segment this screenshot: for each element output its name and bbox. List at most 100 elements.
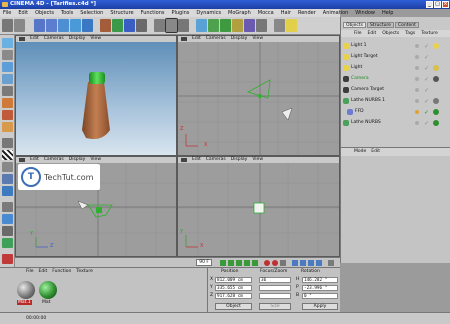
extra-field[interactable] <box>259 293 291 299</box>
maximize-button[interactable]: □ <box>434 1 441 8</box>
menu-edit[interactable]: Edit <box>18 9 28 17</box>
redo-icon[interactable] <box>14 19 25 32</box>
knife-icon[interactable] <box>2 226 13 236</box>
object-row[interactable]: Light Target ✓ <box>341 52 450 62</box>
mat-menu-function[interactable]: Function <box>52 269 71 274</box>
frame-end-field[interactable]: 90 F <box>196 259 212 266</box>
undo-icon[interactable] <box>2 19 13 32</box>
material-preview-mat1[interactable] <box>17 281 35 299</box>
rotation-b-field[interactable]: 0 ° <box>302 293 338 299</box>
scale-tool-icon[interactable] <box>70 19 81 32</box>
object-name[interactable]: FFD <box>355 107 364 117</box>
rotate-tool-icon[interactable] <box>82 19 93 32</box>
visibility-dot[interactable] <box>415 121 419 125</box>
apply-button[interactable]: Apply <box>302 303 338 310</box>
brush-icon[interactable] <box>2 214 13 224</box>
menu-mograph[interactable]: MoGraph <box>228 9 251 17</box>
mat-menu-edit[interactable]: Edit <box>39 269 48 274</box>
use-texture-tool-icon[interactable] <box>2 62 13 72</box>
visibility-dot[interactable] <box>415 77 419 81</box>
tab-content[interactable]: Content <box>394 22 419 28</box>
go-to-end-icon[interactable] <box>252 260 258 266</box>
viewport-right[interactable]: Edit Cameras Display View Y Z T TechTut.… <box>15 156 177 257</box>
autokey-icon[interactable] <box>272 260 278 266</box>
size-mode-select[interactable]: Size <box>259 303 291 310</box>
coordinate-mode-select[interactable]: Object <box>215 303 252 310</box>
material-tag-icon[interactable] <box>433 98 439 104</box>
move-tool-icon[interactable] <box>58 19 69 32</box>
viewport-view-icon[interactable] <box>19 37 25 41</box>
record-keyframe-icon[interactable] <box>264 260 270 266</box>
visibility-dot[interactable] <box>415 55 419 59</box>
enabled-check-icon[interactable]: ✓ <box>424 86 429 96</box>
snap-icon[interactable] <box>2 174 13 184</box>
menu-help[interactable]: Help <box>382 9 393 17</box>
camera-icon[interactable] <box>274 19 285 32</box>
menu-window[interactable]: Window <box>355 9 375 17</box>
object-name[interactable]: Light <box>351 63 362 73</box>
object-row[interactable]: Lathe NURBS 1 ✓ <box>341 96 450 106</box>
position-y-field[interactable]: 335.655 cm <box>215 285 252 291</box>
checker-texture-icon[interactable] <box>2 150 13 160</box>
object-name[interactable]: Lathe NURBS 1 <box>351 96 385 106</box>
viewport-view-icon[interactable] <box>19 158 25 162</box>
use-axis-tool-icon[interactable] <box>2 74 13 84</box>
enabled-check-icon[interactable]: ✓ <box>424 108 429 118</box>
menu-selection[interactable]: Selection <box>80 9 103 17</box>
next-frame-icon[interactable] <box>244 260 250 266</box>
timeline-bar[interactable]: 90 F <box>15 257 340 267</box>
zoom-field[interactable]: 36 <box>259 277 291 283</box>
material-preview-mat[interactable] <box>39 281 57 299</box>
perspective-canvas[interactable] <box>16 42 176 155</box>
enabled-check-icon[interactable]: ✓ <box>424 75 429 85</box>
select-arrow-icon[interactable] <box>34 19 45 32</box>
polygons-tool-icon[interactable] <box>2 110 13 120</box>
attr-menu-mode[interactable]: Mode <box>354 148 366 156</box>
material-label[interactable]: Mat <box>41 300 51 305</box>
visibility-dot[interactable] <box>415 99 419 103</box>
menu-hair[interactable]: Hair <box>281 9 291 17</box>
object-row[interactable]: FFD ✓ <box>341 107 450 117</box>
menu-tools[interactable]: Tools <box>61 9 73 17</box>
object-row[interactable]: Lathe NURBS ✓ <box>341 118 450 128</box>
visibility-dot[interactable] <box>415 110 419 114</box>
x-axis-icon[interactable] <box>100 19 111 32</box>
play-icon[interactable] <box>236 260 242 266</box>
object-name[interactable]: Light Target <box>351 52 378 62</box>
object-row[interactable]: Camera ✓ <box>341 74 450 84</box>
magnet-icon[interactable] <box>2 202 13 212</box>
rotation-p-field[interactable]: -23.996 ° <box>302 285 338 291</box>
y-axis-icon[interactable] <box>112 19 123 32</box>
enabled-check-icon[interactable]: ✓ <box>424 97 429 107</box>
viewport-view-icon[interactable] <box>181 158 187 162</box>
spline-icon[interactable] <box>220 19 231 32</box>
z-axis-icon[interactable] <box>124 19 135 32</box>
live-selection-icon[interactable] <box>46 19 57 32</box>
menu-render[interactable]: Render <box>298 9 316 17</box>
menu-animation[interactable]: Animation <box>323 9 349 17</box>
tab-structure[interactable]: Structure <box>367 22 394 28</box>
parameter-key-icon[interactable] <box>316 260 322 266</box>
go-to-start-icon[interactable] <box>220 260 226 266</box>
close-button[interactable]: × <box>442 1 449 8</box>
om-menu-file[interactable]: File <box>354 30 362 37</box>
light-tag-icon[interactable] <box>433 65 439 71</box>
animation-mode-icon[interactable] <box>2 138 13 148</box>
visibility-dot[interactable] <box>415 44 419 48</box>
object-row[interactable]: Light 1 ✓ <box>341 41 450 51</box>
sculpt-icon[interactable] <box>2 238 13 248</box>
material-tag-icon[interactable] <box>433 120 439 126</box>
mat-menu-file[interactable]: File <box>26 269 34 274</box>
light-tag-icon[interactable] <box>433 43 439 49</box>
points-tool-icon[interactable] <box>2 86 13 96</box>
enabled-check-icon[interactable]: ✓ <box>424 64 429 74</box>
object-name[interactable]: Camera Target <box>351 85 384 95</box>
rotation-key-icon[interactable] <box>308 260 314 266</box>
use-model-tool-icon[interactable] <box>2 38 13 48</box>
menu-plugins[interactable]: Plugins <box>171 9 189 17</box>
scene-icon[interactable] <box>256 19 267 32</box>
object-name[interactable]: Camera <box>351 74 369 84</box>
make-editable-icon[interactable] <box>2 122 13 132</box>
enabled-check-icon[interactable]: ✓ <box>424 42 429 52</box>
attr-menu-edit[interactable]: Edit <box>371 148 380 156</box>
